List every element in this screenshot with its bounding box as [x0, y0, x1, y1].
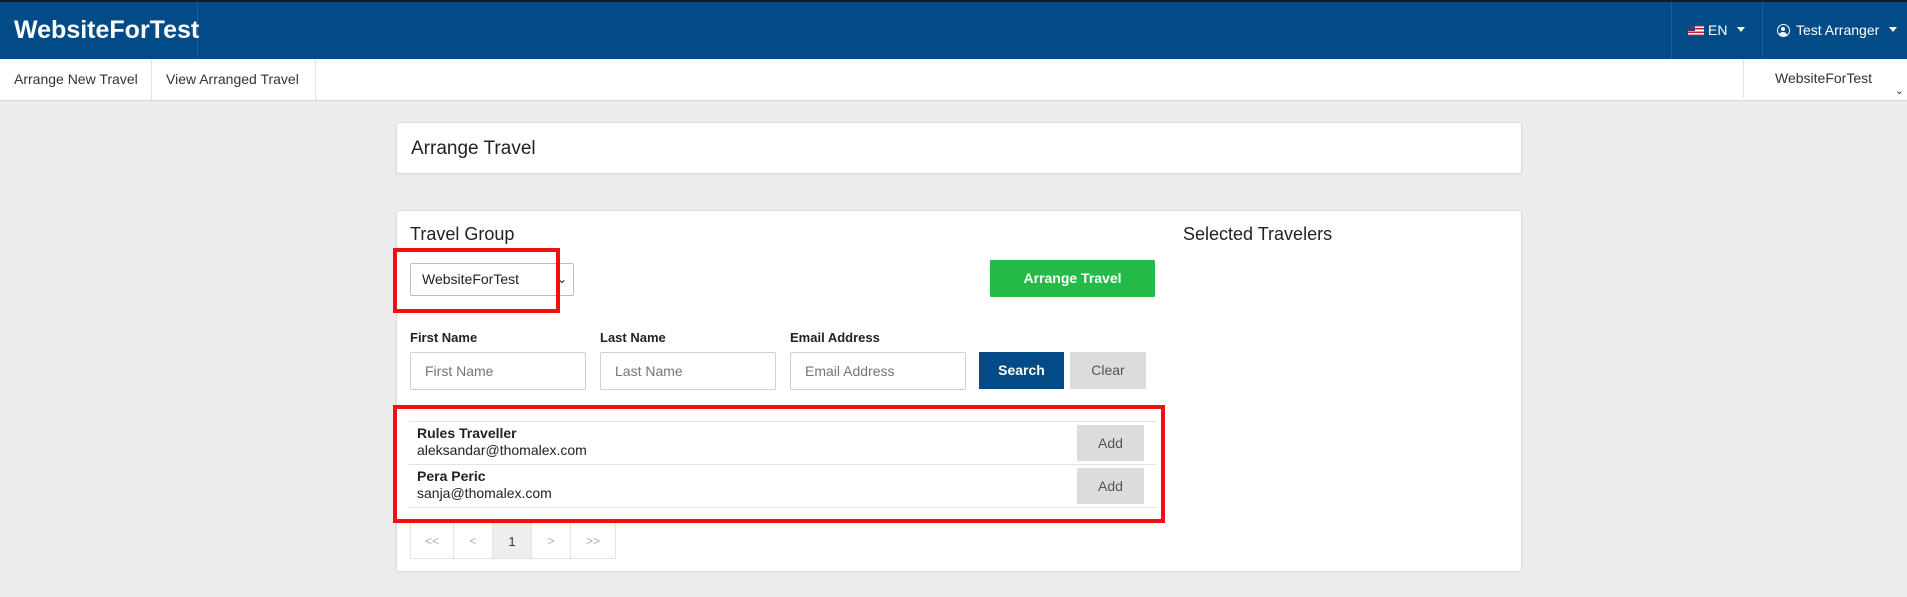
email-input[interactable] [790, 352, 966, 390]
secondary-nav: Arrange New Travel View Arranged Travel [0, 59, 1907, 101]
caret-down-icon [1889, 27, 1898, 32]
last-name-label: Last Name [600, 330, 666, 345]
travel-group-value: WebsiteForTest [422, 271, 519, 287]
chevron-down-icon: ⌄ [1894, 85, 1904, 97]
page-title: Arrange Travel [411, 138, 536, 159]
page-first-button[interactable]: << [410, 522, 454, 559]
travel-group-heading: Travel Group [410, 224, 515, 244]
search-button[interactable]: Search [979, 352, 1064, 389]
traveler-name: Rules Traveller [417, 425, 517, 441]
page-title-panel: Arrange Travel [396, 122, 1522, 174]
nav-view-arranged-travel[interactable]: View Arranged Travel [152, 59, 316, 100]
language-label: EN [1708, 22, 1728, 38]
site-selector-value: WebsiteForTest [1775, 70, 1872, 86]
page-current-button[interactable]: 1 [492, 522, 532, 559]
site-selector[interactable]: WebsiteForTest ⌄ [1743, 59, 1907, 98]
traveler-results-list: Rules Traveller aleksandar@thomalex.com … [409, 421, 1156, 508]
language-selector[interactable]: EN [1671, 2, 1763, 59]
traveler-name: Pera Peric [417, 468, 486, 484]
first-name-input[interactable] [410, 352, 586, 390]
selected-travelers-heading: Selected Travelers [1183, 224, 1333, 244]
traveler-row: Pera Peric sanja@thomalex.com Add [409, 464, 1156, 508]
us-flag-icon [1688, 25, 1704, 36]
page-next-button[interactable]: > [531, 522, 571, 559]
add-traveler-button[interactable]: Add [1077, 468, 1144, 504]
traveler-email: sanja@thomalex.com [417, 485, 552, 501]
brand-logo[interactable]: WebsiteForTest [0, 2, 199, 59]
traveler-row: Rules Traveller aleksandar@thomalex.com … [409, 421, 1156, 464]
chevron-down-icon: ⌄ [556, 272, 567, 286]
user-name: Test Arranger [1796, 22, 1880, 38]
email-label: Email Address [790, 330, 880, 345]
user-circle-icon [1777, 24, 1790, 37]
traveler-email: aleksandar@thomalex.com [417, 442, 587, 458]
arrange-travel-button[interactable]: Arrange Travel [990, 260, 1155, 297]
first-name-label: First Name [410, 330, 478, 345]
page-last-button[interactable]: >> [570, 522, 616, 559]
last-name-input[interactable] [600, 352, 776, 390]
add-traveler-button[interactable]: Add [1077, 425, 1144, 461]
pagination: << < 1 > >> [410, 522, 616, 559]
page-prev-button[interactable]: < [453, 522, 493, 559]
top-bar: WebsiteForTest EN Test Arranger [0, 0, 1907, 59]
nav-arrange-new-travel[interactable]: Arrange New Travel [0, 59, 152, 100]
caret-down-icon [1737, 27, 1746, 32]
travel-group-select[interactable]: WebsiteForTest ⌄ [410, 263, 574, 296]
user-menu[interactable]: Test Arranger [1777, 2, 1907, 59]
clear-button[interactable]: Clear [1070, 352, 1146, 389]
